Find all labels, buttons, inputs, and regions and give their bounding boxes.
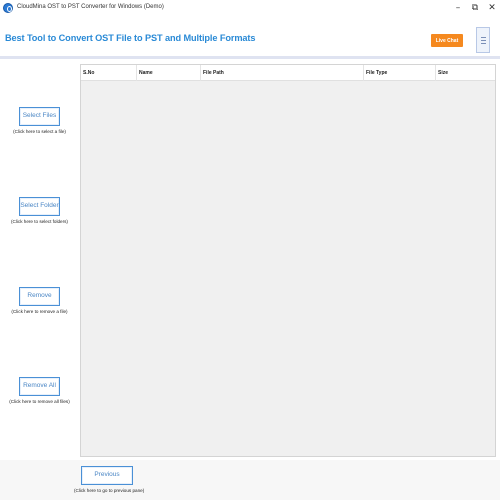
- live-chat-button[interactable]: Live Chat: [431, 34, 463, 47]
- action-panel: Select Files (Click here to select a fil…: [0, 62, 79, 460]
- select-files-hint: (Click here to select a file): [13, 129, 66, 134]
- remove-all-hint: (Click here to remove all files): [9, 399, 70, 404]
- column-header-sno[interactable]: S.No: [81, 65, 137, 81]
- page-title: Best Tool to Convert OST File to PST and…: [5, 33, 256, 43]
- remove-all-button[interactable]: Remove All: [19, 377, 60, 396]
- header-banner: Best Tool to Convert OST File to PST and…: [0, 17, 500, 59]
- remove-all-group: Remove All (Click here to remove all fil…: [0, 374, 79, 404]
- select-files-button[interactable]: Select Files: [19, 107, 60, 126]
- column-header-size[interactable]: Size: [436, 65, 495, 81]
- remove-button[interactable]: Remove: [19, 287, 60, 306]
- app-logo-icon: [3, 3, 13, 13]
- app-window: CloudMina OST to PST Converter for Windo…: [0, 0, 500, 500]
- column-header-name[interactable]: Name: [137, 65, 201, 81]
- remove-group: Remove (Click here to remove a file): [0, 284, 79, 314]
- previous-hint: (Click here to go to previous pane): [74, 488, 145, 493]
- menu-icon-line: [480, 42, 486, 44]
- select-folder-button[interactable]: Select Folder: [19, 197, 60, 216]
- select-files-group: Select Files (Click here to select a fil…: [0, 104, 79, 134]
- close-button[interactable]: ✕: [484, 1, 500, 15]
- window-title: CloudMina OST to PST Converter for Windo…: [17, 4, 164, 10]
- table-header: S.No Name File Path File Type Size: [81, 65, 495, 81]
- menu-icon-line: [480, 36, 486, 38]
- previous-group: Previous (Click here to go to previous p…: [74, 463, 145, 493]
- select-folder-group: Select Folder (Click here to select fold…: [0, 194, 79, 224]
- file-table[interactable]: S.No Name File Path File Type Size: [80, 64, 496, 457]
- remove-hint: (Click here to remove a file): [11, 309, 68, 314]
- previous-button[interactable]: Previous: [81, 466, 133, 485]
- column-header-file-path[interactable]: File Path: [201, 65, 364, 81]
- select-folder-hint: (Click here to select folders): [11, 219, 68, 224]
- maximize-button[interactable]: ⧉: [467, 1, 483, 15]
- menu-button[interactable]: [476, 27, 490, 53]
- menu-icon-line: [480, 39, 486, 41]
- title-bar: CloudMina OST to PST Converter for Windo…: [0, 0, 500, 17]
- minimize-button[interactable]: –: [450, 1, 466, 15]
- column-header-file-type[interactable]: File Type: [364, 65, 436, 81]
